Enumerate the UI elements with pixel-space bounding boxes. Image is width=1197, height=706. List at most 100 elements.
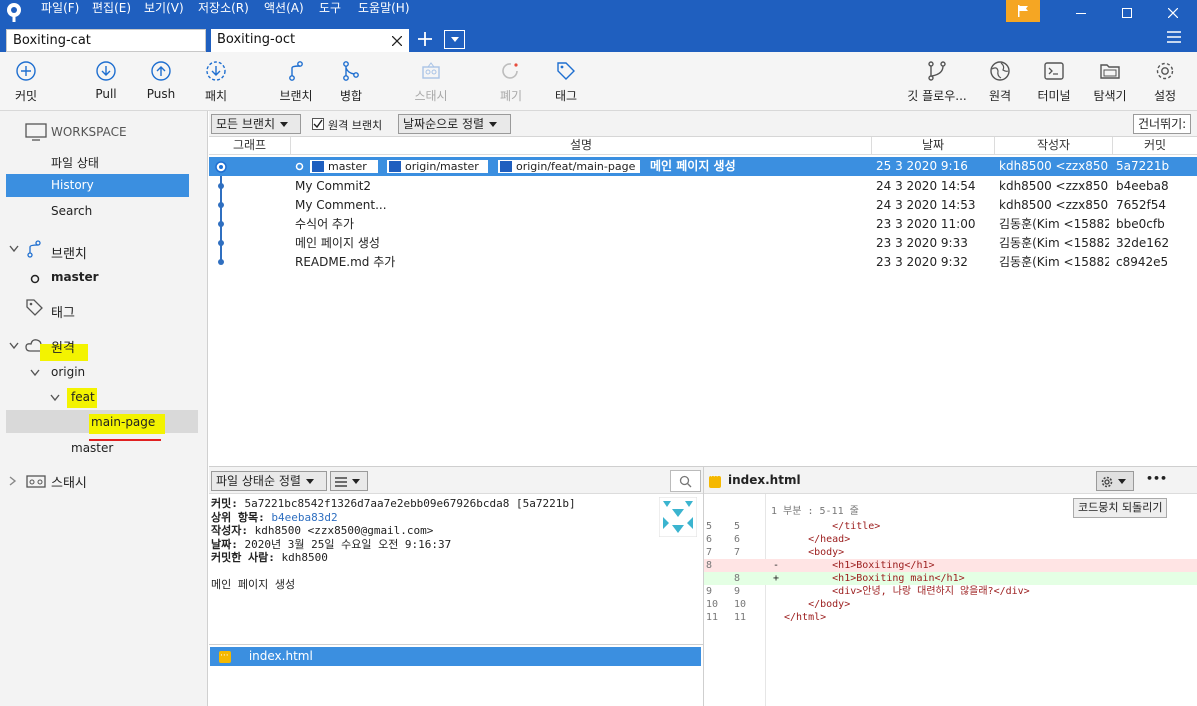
commit-author: kdh8500 <zzx8500( bbox=[999, 179, 1109, 193]
sidebar-section-stashes[interactable]: 스태시 bbox=[51, 472, 87, 491]
menu-file[interactable]: 파일(F) bbox=[41, 0, 79, 16]
sort-dropdown[interactable]: 날짜순으로 정렬 bbox=[398, 114, 511, 134]
parent-label: 상위 항목: bbox=[211, 510, 265, 524]
explorer-button[interactable]: 탐색기 bbox=[1080, 60, 1140, 104]
tab-boxiting-oct[interactable]: Boxiting-oct bbox=[211, 29, 409, 52]
commit-author: 김동훈(Kim <15882 bbox=[999, 236, 1109, 250]
chevron-down-icon[interactable] bbox=[50, 394, 60, 402]
fetch-button[interactable]: 패치 bbox=[186, 60, 246, 104]
commit-date: 23 3 2020 9:33 bbox=[876, 236, 968, 250]
chevron-down-icon[interactable] bbox=[30, 369, 40, 377]
commit-message: 수식어 추가 bbox=[295, 217, 355, 231]
merge-button[interactable]: 병합 bbox=[321, 60, 381, 104]
diff-old-line-number: 11 bbox=[706, 612, 719, 623]
branch-badge-master[interactable]: master bbox=[309, 159, 379, 174]
new-tab-button[interactable] bbox=[415, 29, 435, 49]
chevron-down-icon[interactable] bbox=[9, 245, 19, 253]
sidebar-section-branches[interactable]: 브랜치 bbox=[51, 243, 87, 262]
commit-row[interactable]: 수식어 추가 23 3 2020 11:00 김동훈(Kim <15882 bb… bbox=[209, 215, 1197, 234]
stash-button[interactable]: 스태시 bbox=[401, 60, 461, 104]
terminal-button[interactable]: 터미널 bbox=[1024, 60, 1084, 104]
view-mode-dropdown[interactable] bbox=[330, 471, 368, 491]
remote-button[interactable]: 원격 bbox=[970, 60, 1030, 104]
column-date[interactable]: 날짜 bbox=[872, 137, 995, 155]
commit-row[interactable]: master origin/master origin/feat/main-pa… bbox=[209, 157, 1197, 176]
tag-label: 태그 bbox=[554, 89, 578, 103]
sidebar-section-tags[interactable]: 태그 bbox=[51, 302, 75, 321]
close-tab-icon[interactable] bbox=[392, 36, 402, 46]
diff-old-line-number: 9 bbox=[706, 586, 713, 597]
column-commit[interactable]: 커밋 bbox=[1113, 137, 1197, 155]
search-button[interactable] bbox=[670, 470, 701, 492]
menu-view[interactable]: 보기(V) bbox=[144, 0, 184, 16]
hamburger-menu-button[interactable] bbox=[1166, 30, 1182, 44]
branch-icon bbox=[27, 240, 41, 258]
tab-list-dropdown[interactable] bbox=[444, 30, 465, 49]
commit-date: 24 3 2020 14:53 bbox=[876, 198, 976, 212]
workspace-heading: WORKSPACE bbox=[51, 125, 127, 139]
menu-actions[interactable]: 액션(A) bbox=[264, 0, 304, 16]
menu-tools[interactable]: 도구 bbox=[319, 0, 341, 16]
diff-filename: index.html bbox=[728, 473, 801, 487]
branch-badge-origin-feat-main-page[interactable]: origin/feat/main-page bbox=[497, 159, 641, 174]
menu-repository[interactable]: 저장소(R) bbox=[198, 0, 249, 16]
chevron-down-icon bbox=[1118, 479, 1126, 484]
commit-row[interactable]: My Comment... 24 3 2020 14:53 kdh8500 <z… bbox=[209, 196, 1197, 215]
tag-button[interactable]: 태그 bbox=[536, 60, 596, 104]
maximize-button[interactable] bbox=[1104, 0, 1150, 26]
column-graph[interactable]: 그래프 bbox=[209, 137, 291, 155]
settings-button[interactable]: 설정 bbox=[1135, 60, 1195, 104]
explorer-label: 탐색기 bbox=[1093, 89, 1127, 103]
commit-full-message: 메인 페이지 생성 bbox=[211, 577, 296, 591]
sort-value: 날짜순으로 정렬 bbox=[403, 117, 485, 131]
file-item-index-html[interactable]: index.html bbox=[210, 647, 701, 666]
diff-options-dropdown[interactable] bbox=[1096, 471, 1134, 491]
revert-hunk-button[interactable]: 코드뭉치 되돌리기 bbox=[1073, 498, 1168, 518]
commit-row[interactable]: README.md 추가 23 3 2020 9:32 김동훈(Kim <158… bbox=[209, 253, 1197, 272]
diff-new-line-number: 6 bbox=[734, 534, 741, 545]
branch-filter-dropdown[interactable]: 모든 브랜치 bbox=[211, 114, 301, 134]
commit-hash: c8942e5 bbox=[1116, 255, 1169, 269]
sidebar-item-file-status[interactable]: 파일 상태 bbox=[51, 154, 99, 171]
git-flow-button[interactable]: 깃 플로우... bbox=[907, 60, 967, 104]
close-window-button[interactable] bbox=[1150, 0, 1196, 26]
flag-button[interactable] bbox=[1006, 0, 1040, 22]
pull-button[interactable]: Pull bbox=[76, 60, 136, 101]
file-sort-dropdown[interactable]: 파일 상태순 정렬 bbox=[211, 471, 327, 491]
sidebar-item-history-label: History bbox=[51, 178, 94, 192]
menu-edit[interactable]: 편집(E) bbox=[92, 0, 131, 16]
commit-details: 커밋: 5a7221bc8542f1326d7aa7e2ebb09e67926b… bbox=[209, 494, 703, 644]
branch-badge-origin-master[interactable]: origin/master bbox=[386, 159, 489, 174]
sidebar-remote-branch-master[interactable]: master bbox=[71, 441, 113, 455]
column-description[interactable]: 설명 bbox=[291, 137, 872, 155]
menu-help[interactable]: 도움말(H) bbox=[358, 0, 410, 16]
discard-icon bbox=[502, 63, 518, 79]
sidebar-item-search[interactable]: Search bbox=[51, 204, 92, 218]
discard-button[interactable]: 폐기 bbox=[481, 60, 541, 104]
jump-to-button[interactable]: 건너뛰기: bbox=[1133, 114, 1191, 134]
diff-code: <div>안녕, 나랑 대련하지 않을래?</div> bbox=[784, 586, 1030, 597]
minimize-button[interactable] bbox=[1058, 0, 1104, 26]
sidebar-remote-origin[interactable]: origin bbox=[51, 365, 85, 379]
sidebar-branch-master[interactable]: master bbox=[51, 270, 99, 284]
fetch-icon bbox=[206, 61, 226, 81]
remote-branches-checkbox[interactable] bbox=[312, 118, 324, 130]
commit-button[interactable]: 커밋 bbox=[0, 60, 56, 104]
head-indicator-icon bbox=[295, 162, 304, 171]
sidebar-section-remotes[interactable]: 원격 bbox=[51, 337, 75, 356]
committer-value: kdh8500 bbox=[281, 551, 328, 564]
parent-link[interactable]: b4eeba83d2 bbox=[271, 511, 337, 524]
chevron-down-icon[interactable] bbox=[9, 342, 19, 350]
tab-boxiting-cat[interactable]: Boxiting-cat bbox=[6, 29, 206, 52]
sidebar-remote-folder-feat[interactable]: feat bbox=[71, 390, 95, 404]
push-button[interactable]: Push bbox=[131, 60, 191, 101]
column-author[interactable]: 작성자 bbox=[995, 137, 1113, 155]
sidebar-remote-branch-main-page[interactable]: main-page bbox=[6, 410, 198, 434]
chevron-right-icon[interactable] bbox=[9, 476, 17, 486]
commit-row[interactable]: 메인 페이지 생성 23 3 2020 9:33 김동훈(Kim <15882 … bbox=[209, 234, 1197, 253]
commit-row[interactable]: My Commit2 24 3 2020 14:54 kdh8500 <zzx8… bbox=[209, 177, 1197, 196]
branch-button[interactable]: 브랜치 bbox=[266, 60, 326, 104]
more-options-button[interactable]: ••• bbox=[1146, 472, 1167, 485]
sidebar-item-history[interactable]: History bbox=[6, 174, 189, 197]
minimize-icon bbox=[1076, 13, 1086, 14]
